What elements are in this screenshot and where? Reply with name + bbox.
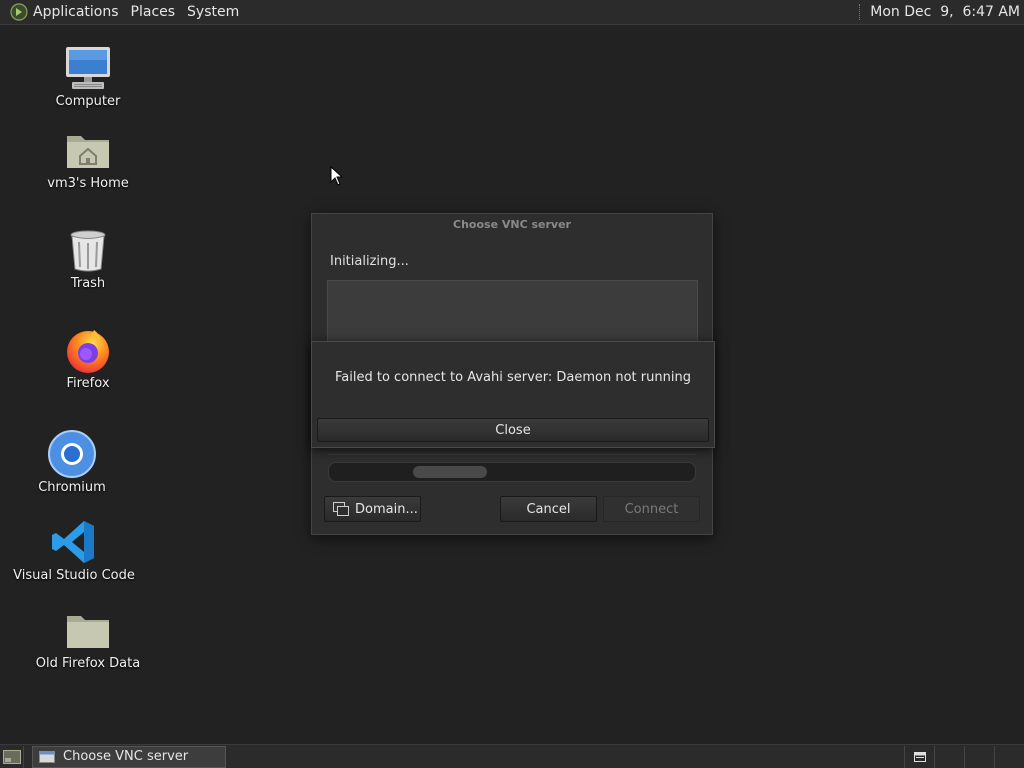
desktop-icon-trash[interactable]: Trash [48, 226, 128, 291]
error-message: Failed to connect to Avahi server: Daemo… [335, 370, 691, 385]
desktop-icon-old-firefox-data[interactable]: Old Firefox Data [33, 606, 143, 671]
trash-icon [64, 226, 112, 274]
mouse-cursor-icon [330, 165, 344, 190]
bottom-taskbar: Choose VNC server [0, 744, 1024, 768]
mate-logo-icon[interactable] [10, 3, 28, 21]
desktop-icon-label: Visual Studio Code [13, 568, 135, 583]
taskbar-window-button[interactable]: Choose VNC server [32, 745, 226, 768]
folder-icon [64, 606, 112, 654]
taskbar-window-label: Choose VNC server [63, 749, 189, 764]
desktop-icon-label: Computer [55, 94, 121, 109]
status-text: Initializing... [330, 254, 409, 269]
workspace-4[interactable] [994, 745, 1024, 768]
menu-system[interactable]: System [181, 0, 245, 25]
domain-button-label: Domain... [355, 501, 418, 517]
cancel-button[interactable]: Cancel [500, 496, 597, 522]
desktop-icon-label: Chromium [38, 480, 106, 495]
windows-icon [333, 502, 349, 516]
divider [328, 454, 696, 455]
panel-separator [859, 4, 862, 20]
firefox-icon [64, 326, 112, 374]
server-list[interactable] [327, 280, 698, 344]
desktop-icon-vscode[interactable]: Visual Studio Code [13, 518, 135, 583]
home-folder-icon [64, 126, 112, 174]
window-title: Choose VNC server [453, 218, 571, 231]
chromium-icon [48, 430, 96, 478]
menu-places[interactable]: Places [125, 0, 182, 25]
top-panel: Applications Places System Mon Dec 9, 6:… [0, 0, 1024, 25]
computer-icon [64, 44, 112, 92]
desktop-icon-chromium[interactable]: Chromium [32, 430, 112, 495]
clock[interactable]: Mon Dec 9, 6:47 AM [870, 4, 1024, 20]
window-icon [39, 750, 55, 763]
workspace-2[interactable] [934, 745, 964, 768]
workspace-1[interactable] [904, 745, 934, 768]
error-dialog: Failed to connect to Avahi server: Daemo… [311, 341, 715, 448]
progress-pulse [413, 466, 487, 478]
show-desktop-button[interactable] [0, 745, 24, 768]
domain-button[interactable]: Domain... [324, 496, 421, 522]
menu-applications[interactable]: Applications [28, 0, 125, 25]
desktop-icon-label: Old Firefox Data [35, 656, 141, 671]
desktop-icon-computer[interactable]: Computer [48, 44, 128, 109]
desktop-icon-label: vm3's Home [47, 176, 129, 191]
desktop-icon-firefox[interactable]: Firefox [48, 326, 128, 391]
show-desktop-icon [2, 749, 21, 764]
workspace-window-icon [913, 751, 926, 762]
progress-bar [328, 462, 696, 482]
desktop-icon-label: Trash [70, 276, 106, 291]
connect-button[interactable]: Connect [603, 496, 700, 522]
desktop-icon-label: Firefox [66, 376, 110, 391]
workspace-switcher[interactable] [904, 745, 1024, 768]
workspace-3[interactable] [964, 745, 994, 768]
vscode-icon [50, 518, 98, 566]
desktop-icon-home[interactable]: vm3's Home [43, 126, 133, 191]
close-button[interactable]: Close [317, 418, 709, 442]
